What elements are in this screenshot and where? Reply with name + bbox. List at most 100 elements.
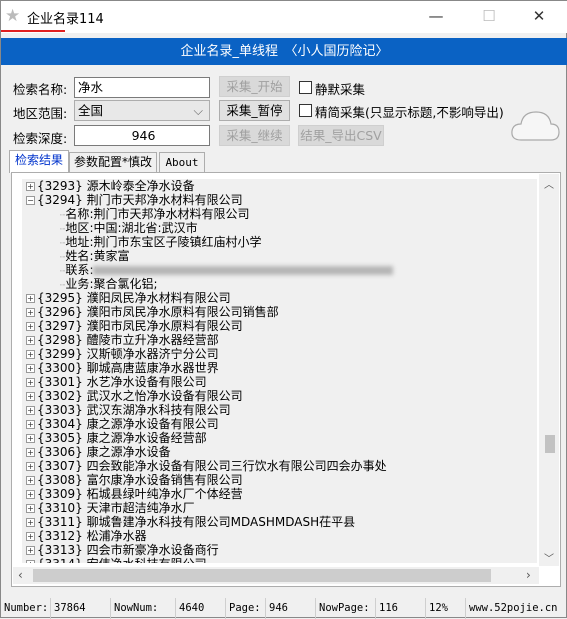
tree-node[interactable]: + {3302} 武汉水之怡净水设备有限公司 [22,389,537,403]
tree-node[interactable]: + {3303} 武汉东湖净水科技有限公司 [22,403,537,417]
scroll-down-icon[interactable]: ﹀ [544,550,554,565]
node-name: 富尔康净水设备销售有限公司 [86,473,243,487]
node-id: {3312} [37,529,83,543]
search-name-input[interactable]: 净水 [74,77,210,98]
expand-icon[interactable]: + [26,434,35,443]
tab-about[interactable]: About [159,152,205,172]
node-name: 聊城鲁建净水科技有限公司MDASHMDASH茌平县 [86,515,356,529]
tree-node[interactable]: + {3300} 聊城高唐蓝康净水器世界 [22,361,537,375]
scroll-right-icon[interactable]: › [526,568,531,582]
tree-node[interactable]: + {3313} 四会市新豪净水设备商行 [22,543,537,557]
tree-node[interactable]: + {3311} 聊城鲁建净水科技有限公司MDASHMDASH茌平县 [22,515,537,529]
expand-icon[interactable]: + [26,476,35,485]
tree-node[interactable]: + {3298} 醴陵市立升净水器经营部 [22,333,537,347]
expand-icon[interactable]: + [26,462,35,471]
expand-icon[interactable]: + [26,448,35,457]
expand-icon[interactable]: + [26,532,35,541]
tree-node[interactable]: + {3309} 柘城县绿叶纯净水厂个体经营 [22,487,537,501]
detail-key: 地址 [65,235,90,249]
expand-icon[interactable]: + [26,308,35,317]
progress-percent: 12% [426,598,466,619]
tree-node[interactable]: + {3295} 濮阳凤民净水材料有限公司 [22,291,537,305]
tree-node[interactable]: + {3305} 康之源净水设备经营部 [22,431,537,445]
detail-row[interactable]: ┈地址:荆门市东宝区子陵镇红庙村小学 [22,235,537,249]
silent-checkbox[interactable] [299,81,312,94]
chevron-down-icon: ⌵ [193,103,203,118]
title-underline [1,30,65,32]
scroll-thumb[interactable] [545,435,555,453]
expand-icon[interactable]: + [26,420,35,429]
tree-node[interactable]: + {3312} 松浦净水器 [22,529,537,543]
simple-checkbox[interactable] [299,104,312,117]
tree-node[interactable]: + {3307} 四会致能净水设备有限公司三行饮水有限公司四会办事处 [22,459,537,473]
node-name: 汉斯顿净水器济宁分公司 [86,347,219,361]
continue-button[interactable]: 采集_继续 [219,125,290,146]
detail-value: 荆门市天邦净水材料有限公司 [93,207,250,221]
maximize-button[interactable]: ☐ [474,5,504,27]
start-button[interactable]: 采集_开始 [219,76,290,97]
expand-icon[interactable]: + [26,322,35,331]
detail-value: 中国:湖北省:武汉市 [93,221,198,235]
collapse-icon[interactable]: − [26,196,35,205]
vertical-scrollbar[interactable]: ︿ ﹀ [539,174,559,566]
depth-input[interactable]: 946 [74,125,210,146]
tree-node[interactable]: + {3299} 汉斯顿净水器济宁分公司 [22,347,537,361]
node-id: {3313} [37,543,83,557]
detail-row[interactable]: ┈姓名:黄家富 [22,249,537,263]
detail-key: 姓名 [65,249,90,263]
scroll-left-icon[interactable]: ‹ [18,568,23,582]
node-id: {3294} [37,193,83,207]
region-select[interactable]: 全国 ⌵ [74,100,210,121]
detail-key: 联系 [65,263,90,277]
results-tree[interactable]: + {3293} 源木岭泰全净水设备 − {3294} 荆门市天邦净水材料有限公司 … [11,172,561,587]
expand-icon[interactable]: + [26,560,35,563]
tree-node[interactable]: + {3304} 康之源净水设备有限公司 [22,417,537,431]
tree-node[interactable]: + {3308} 富尔康净水设备销售有限公司 [22,473,537,487]
title-bar: ★ 企业名录114 — ☐ ✕ [1,1,567,33]
number-label: Number: [1,598,51,619]
expand-icon[interactable]: + [26,392,35,401]
export-csv-button[interactable]: 结果_导出CSV [298,125,384,146]
expand-icon[interactable]: + [26,504,35,513]
node-id: {3301} [37,375,83,389]
detail-row[interactable]: ┈联系: [22,263,537,277]
expand-icon[interactable]: + [26,350,35,359]
expand-icon[interactable]: + [26,490,35,499]
hscroll-thumb[interactable] [33,569,491,582]
expand-icon[interactable]: + [26,546,35,555]
detail-row[interactable]: ┈业务:聚合氯化铝; [22,277,537,291]
tree-node[interactable]: + {3293} 源木岭泰全净水设备 [22,179,537,193]
tab-config[interactable]: 参数配置*慎改 [69,152,157,172]
close-button[interactable]: ✕ [524,5,554,27]
detail-value: 黄家富 [93,249,130,263]
pause-button[interactable]: 采集_暂停 [219,100,290,121]
site-link[interactable]: www.52pojie.cn [466,598,567,619]
horizontal-scrollbar[interactable]: ‹ › [13,567,539,584]
tree-node[interactable]: +{3314} 宏伟净水科技有限公司 [22,557,537,563]
tab-results[interactable]: 检索结果 [9,150,69,173]
expand-icon[interactable]: + [26,294,35,303]
node-name: 聊城高唐蓝康净水器世界 [86,361,219,375]
detail-key: 业务 [65,277,90,291]
expand-icon[interactable]: + [26,336,35,345]
tree-node-expanded[interactable]: − {3294} 荆门市天邦净水材料有限公司 [22,193,537,207]
banner: 企业名录_单线程 〈小人国历险记〉 [1,38,567,65]
cloud-icon [511,111,560,141]
expand-icon[interactable]: + [26,182,35,191]
expand-icon[interactable]: + [26,518,35,527]
detail-row[interactable]: ┈地区:中国:湖北省:武汉市 [22,221,537,235]
tree-node[interactable]: + {3297} 濮阳市凤民净水原料有限公司 [22,319,537,333]
node-name: 康之源净水设备 [86,445,171,459]
page-value: 946 [266,598,316,619]
detail-row[interactable]: ┈名称:荆门市天邦净水材料有限公司 [22,207,537,221]
tree-node[interactable]: + {3310} 天津市超洁纯净水厂 [22,501,537,515]
expand-icon[interactable]: + [26,378,35,387]
region-value: 全国 [78,103,104,118]
expand-icon[interactable]: + [26,406,35,415]
tree-node[interactable]: + {3296} 濮阳市凤民净水原料有限公司销售部 [22,305,537,319]
scroll-up-icon[interactable]: ︿ [544,176,554,191]
expand-icon[interactable]: + [26,364,35,373]
minimize-button[interactable]: — [421,5,451,27]
tree-node[interactable]: + {3301} 水艺净水设备有限公司 [22,375,537,389]
tree-node[interactable]: + {3306} 康之源净水设备 [22,445,537,459]
